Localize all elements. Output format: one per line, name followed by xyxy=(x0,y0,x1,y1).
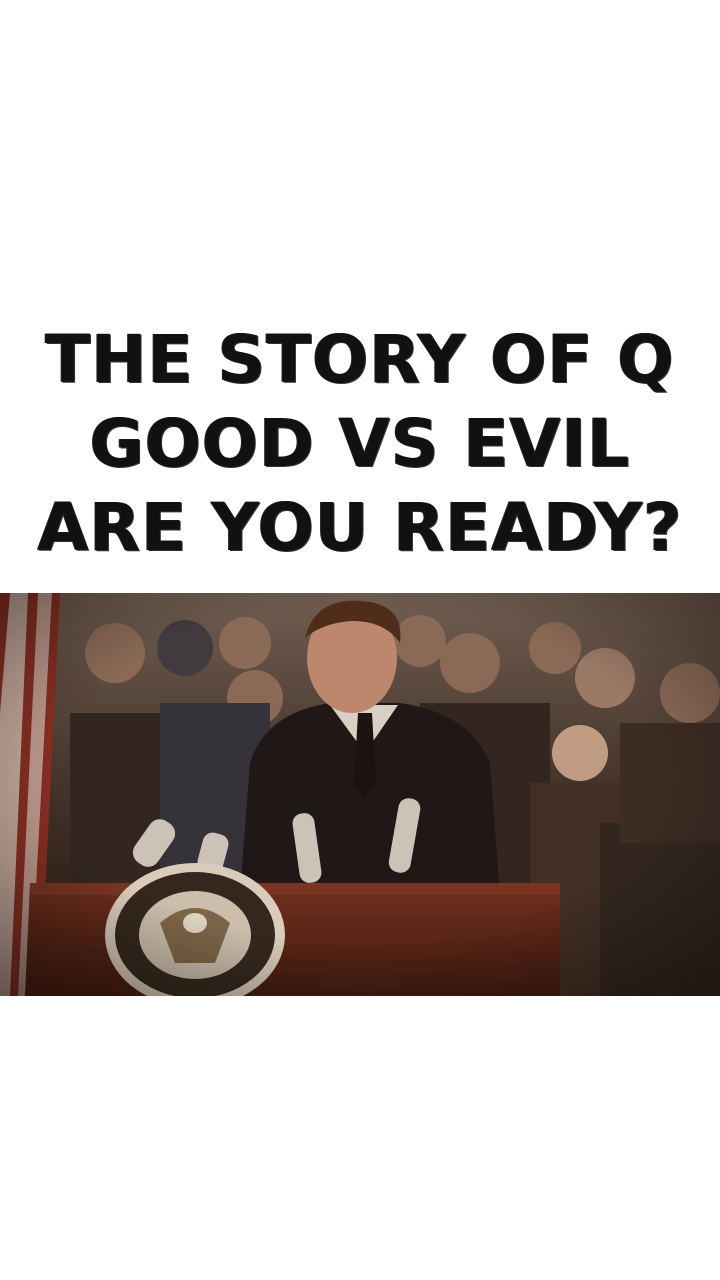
headline-line-1: THE STORY OF Q xyxy=(45,321,675,398)
headline-line-3: ARE YOU READY? xyxy=(37,489,683,566)
speech-photo-illustration xyxy=(0,593,720,996)
speech-photo xyxy=(0,593,720,996)
headline: THE STORY OF Q GOOD VS EVIL ARE YOU READ… xyxy=(0,318,720,570)
headline-line-2: GOOD VS EVIL xyxy=(89,405,631,482)
